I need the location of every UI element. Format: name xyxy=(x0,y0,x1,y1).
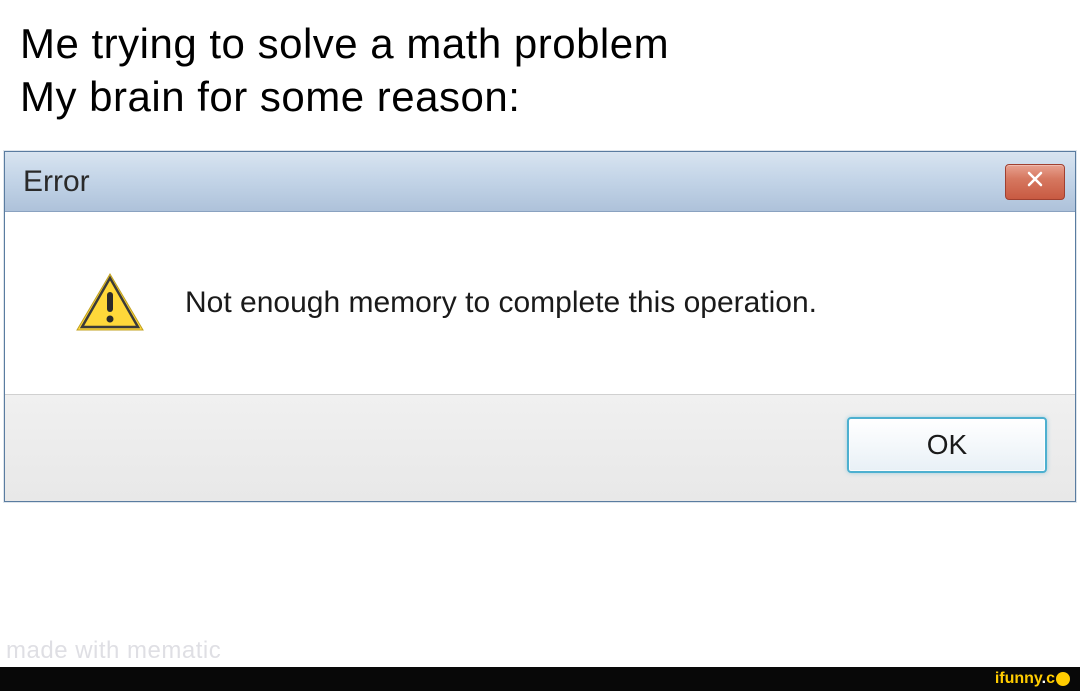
mematic-watermark: made with mematic xyxy=(6,637,221,665)
close-button[interactable] xyxy=(1005,164,1065,200)
warning-icon xyxy=(75,272,145,334)
ifunny-footer: ifunny.c xyxy=(0,667,1080,691)
dialog-footer: OK xyxy=(5,394,1075,501)
error-message: Not enough memory to complete this opera… xyxy=(185,286,817,320)
ok-button[interactable]: OK xyxy=(847,417,1047,473)
caption-line-1: Me trying to solve a math problem xyxy=(20,18,1060,71)
meme-caption: Me trying to solve a math problem My bra… xyxy=(0,0,1080,151)
dialog-title: Error xyxy=(23,165,90,199)
dialog-titlebar: Error xyxy=(5,152,1075,212)
dialog-body: Not enough memory to complete this opera… xyxy=(5,212,1075,394)
ifunny-logo: ifunny.c xyxy=(995,670,1070,688)
error-dialog: Error Not enough memory to complete xyxy=(4,151,1076,502)
caption-line-2: My brain for some reason: xyxy=(20,71,1060,124)
close-icon xyxy=(1025,169,1045,194)
